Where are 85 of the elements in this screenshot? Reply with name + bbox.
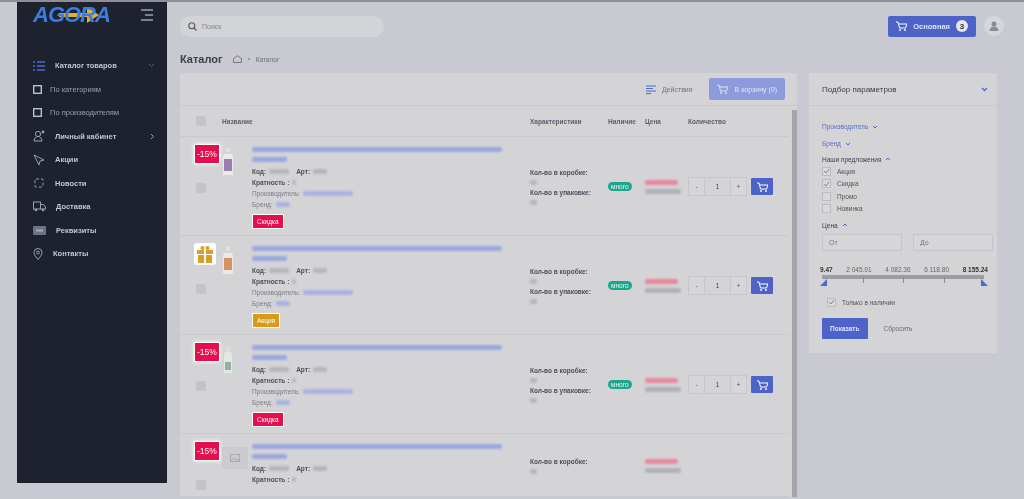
blurred-product-name[interactable] bbox=[252, 454, 287, 459]
checkbox[interactable] bbox=[822, 191, 831, 201]
cart-icon bbox=[896, 21, 908, 31]
blurred-value bbox=[269, 465, 290, 471]
cart-count: 3 bbox=[956, 20, 968, 32]
home-icon[interactable] bbox=[232, 55, 242, 63]
avatar[interactable] bbox=[984, 16, 1004, 36]
blurred-value bbox=[530, 397, 537, 403]
news-icon bbox=[33, 177, 45, 190]
blurred-product-name[interactable] bbox=[252, 157, 287, 162]
blurred-value bbox=[303, 190, 354, 196]
blurred-value bbox=[313, 465, 328, 471]
blurred-price bbox=[645, 278, 678, 284]
card-icon bbox=[33, 225, 46, 235]
list-icon bbox=[33, 60, 45, 71]
image-icon bbox=[230, 454, 240, 462]
blurred-value bbox=[530, 377, 537, 383]
checkbox[interactable] bbox=[827, 297, 836, 307]
checkbox[interactable] bbox=[822, 166, 831, 176]
blurred-value bbox=[275, 300, 290, 306]
panel-title: Подбор параметров bbox=[822, 84, 897, 94]
page-title: Каталог bbox=[180, 53, 223, 65]
square-icon bbox=[33, 108, 42, 118]
scrollbar[interactable] bbox=[792, 110, 797, 497]
cart-icon bbox=[756, 379, 768, 390]
blurred-price bbox=[645, 458, 678, 464]
cart-icon bbox=[716, 84, 728, 94]
blurred-value bbox=[275, 201, 290, 207]
blurred-value bbox=[313, 267, 328, 273]
slider-tick bbox=[862, 277, 864, 283]
menu-icon[interactable] bbox=[140, 9, 154, 21]
blurred-value bbox=[292, 278, 297, 284]
user-icon bbox=[989, 21, 999, 31]
blurred-old-price bbox=[645, 188, 681, 194]
chevron-down-icon[interactable] bbox=[981, 86, 988, 92]
blurred-product-name[interactable] bbox=[252, 355, 287, 360]
blurred-value bbox=[275, 399, 290, 405]
discount-badge: -15% bbox=[194, 441, 220, 461]
add-to-cart-button[interactable] bbox=[751, 178, 773, 195]
pin-icon bbox=[33, 247, 43, 260]
blurred-value bbox=[292, 179, 297, 185]
blurred-value bbox=[292, 377, 297, 383]
blurred-old-price bbox=[645, 467, 681, 473]
slider-handle[interactable] bbox=[981, 279, 988, 286]
truck-icon bbox=[33, 201, 46, 213]
blurred-old-price bbox=[645, 287, 681, 293]
blurred-product-name[interactable] bbox=[252, 246, 502, 251]
cart-icon bbox=[756, 181, 768, 192]
cart-icon bbox=[756, 280, 768, 291]
blurred-value bbox=[313, 366, 328, 372]
blurred-value bbox=[313, 168, 328, 174]
blurred-value bbox=[303, 289, 354, 295]
slider-handle[interactable] bbox=[820, 279, 827, 286]
square-icon bbox=[33, 84, 42, 94]
blurred-value bbox=[303, 388, 354, 394]
blurred-value bbox=[292, 476, 297, 482]
checkbox[interactable] bbox=[822, 204, 831, 214]
blurred-value bbox=[530, 468, 537, 474]
discount-badge: -15% bbox=[194, 144, 220, 164]
add-to-cart-button[interactable] bbox=[751, 376, 773, 393]
blurred-value bbox=[530, 179, 537, 185]
slider-tick bbox=[903, 277, 904, 283]
blurred-price bbox=[645, 377, 678, 383]
search-icon bbox=[188, 21, 197, 31]
blurred-value bbox=[530, 278, 537, 284]
lines-icon bbox=[645, 84, 656, 94]
blurred-price bbox=[645, 179, 678, 185]
gift-icon bbox=[194, 243, 216, 265]
blurred-value bbox=[269, 267, 290, 273]
blurred-product-name[interactable] bbox=[252, 256, 287, 261]
user-icon bbox=[33, 130, 45, 143]
blurred-value bbox=[269, 366, 290, 372]
blurred-product-name[interactable] bbox=[252, 147, 502, 152]
blurred-product-name[interactable] bbox=[252, 345, 502, 350]
send-icon bbox=[33, 153, 45, 166]
check-icon bbox=[828, 299, 835, 306]
blurred-value bbox=[530, 298, 537, 304]
blurred-product-name[interactable] bbox=[252, 444, 502, 449]
blurred-value bbox=[530, 199, 537, 205]
slider-tick bbox=[943, 277, 945, 283]
add-to-cart-button[interactable] bbox=[751, 277, 773, 294]
discount-badge: -15% bbox=[194, 342, 220, 362]
blurred-value bbox=[269, 168, 290, 174]
checkbox[interactable] bbox=[822, 179, 831, 189]
blurred-old-price bbox=[645, 386, 681, 392]
